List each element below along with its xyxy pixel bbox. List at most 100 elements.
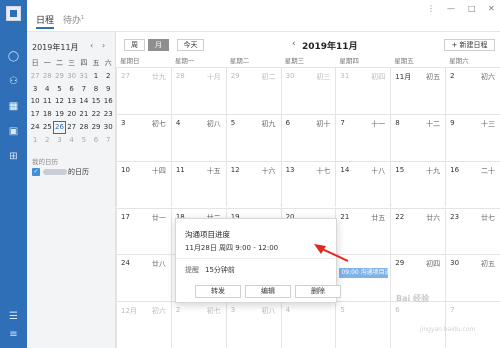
mini-day[interactable]: 23: [102, 108, 114, 121]
forward-button[interactable]: 转发: [195, 285, 241, 298]
maximize-icon[interactable]: □: [468, 4, 476, 13]
chat-icon[interactable]: ◯: [7, 50, 20, 63]
day-cell[interactable]: 2 初六: [445, 67, 500, 114]
notes-icon[interactable]: ☰: [7, 310, 20, 323]
day-cell[interactable]: 11月 初五: [390, 67, 446, 114]
mini-day[interactable]: 26: [53, 120, 66, 134]
day-cell[interactable]: 15 十九: [390, 160, 446, 208]
mini-day[interactable]: 28: [78, 121, 90, 134]
mini-day[interactable]: 14: [78, 95, 90, 108]
day-cell[interactable]: 7 十一: [335, 113, 391, 161]
mini-day[interactable]: 6: [66, 83, 78, 96]
mini-day[interactable]: 30: [102, 121, 114, 134]
delete-button[interactable]: 删除: [295, 285, 341, 298]
day-cell[interactable]: 24 廿八: [116, 254, 171, 302]
day-cell[interactable]: 5 初九: [225, 113, 281, 161]
mini-day[interactable]: 18: [41, 108, 53, 121]
mini-day[interactable]: 3: [53, 134, 65, 147]
mini-day[interactable]: 30: [66, 70, 78, 83]
calendar-item[interactable]: ✓ 的日历: [32, 167, 112, 178]
day-cell[interactable]: 2 初七: [170, 301, 226, 348]
day-cell[interactable]: 7: [445, 301, 500, 348]
day-cell[interactable]: 30 初五: [445, 254, 500, 302]
mini-day[interactable]: 5: [78, 134, 90, 147]
day-cell[interactable]: 3 初八: [225, 301, 281, 348]
day-cell[interactable]: 13 十七: [280, 160, 336, 208]
mini-day[interactable]: 19: [53, 108, 65, 121]
checkbox-checked-icon[interactable]: ✓: [32, 168, 40, 176]
day-cell[interactable]: 16 二十: [445, 160, 500, 208]
event-chip[interactable]: 09:00 沟通项目进: [339, 268, 389, 279]
settings-icon[interactable]: ⋮: [427, 4, 435, 13]
calendar-icon[interactable]: ▦: [7, 100, 20, 113]
mini-day[interactable]: 21: [78, 108, 90, 121]
mini-next-icon[interactable]: ›: [102, 41, 105, 50]
mini-prev-icon[interactable]: ‹: [90, 41, 93, 50]
mini-day[interactable]: 25: [41, 121, 53, 134]
mini-day[interactable]: 17: [29, 108, 41, 121]
day-cell[interactable]: 27 廿九: [116, 67, 171, 114]
month-view-button[interactable]: 月: [148, 39, 169, 51]
mini-day[interactable]: 16: [102, 95, 114, 108]
day-cell[interactable]: 9 十三: [445, 113, 500, 161]
contacts-icon[interactable]: ⚇: [7, 75, 20, 88]
mini-day[interactable]: 22: [90, 108, 102, 121]
mini-day[interactable]: 15: [90, 95, 102, 108]
mini-day[interactable]: 10: [29, 95, 41, 108]
day-cell[interactable]: 31 初四: [335, 67, 391, 114]
edit-button[interactable]: 编辑: [245, 285, 291, 298]
day-cell[interactable]: 3 初七: [116, 113, 171, 161]
mini-day[interactable]: 24: [29, 121, 41, 134]
new-event-button[interactable]: + 新建日程: [444, 39, 495, 51]
day-cell[interactable]: 14 十八: [335, 160, 391, 208]
day-cell[interactable]: 8 十二: [390, 113, 446, 161]
mini-day[interactable]: 31: [78, 70, 90, 83]
mini-day[interactable]: 28: [41, 70, 53, 83]
day-cell[interactable]: 12 十六: [225, 160, 281, 208]
day-cell[interactable]: 28 十月: [170, 67, 226, 114]
menu-icon[interactable]: ≡: [7, 328, 20, 341]
mini-day[interactable]: 27: [66, 121, 78, 134]
mini-day[interactable]: 1: [90, 70, 102, 83]
mini-day[interactable]: 6: [90, 134, 102, 147]
mini-day[interactable]: 2: [102, 70, 114, 83]
day-cell[interactable]: 22 廿六: [390, 207, 446, 255]
mini-day[interactable]: 1: [29, 134, 41, 147]
mini-day[interactable]: 29: [90, 121, 102, 134]
mini-day[interactable]: 5: [53, 83, 65, 96]
mini-day[interactable]: 29: [53, 70, 65, 83]
mini-day[interactable]: 27: [29, 70, 41, 83]
day-cell[interactable]: 23 廿七: [445, 207, 500, 255]
day-cell[interactable]: 12月 初六: [116, 301, 171, 348]
mini-day[interactable]: 4: [41, 83, 53, 96]
day-cell[interactable]: 11 十五: [170, 160, 226, 208]
mini-day[interactable]: 7: [102, 134, 114, 147]
mini-day[interactable]: 13: [66, 95, 78, 108]
day-cell[interactable]: 4 初八: [170, 113, 226, 161]
mini-day[interactable]: 7: [78, 83, 90, 96]
day-cell[interactable]: 6: [390, 301, 446, 348]
day-cell[interactable]: 5: [335, 301, 391, 348]
day-cell[interactable]: 30 初三: [280, 67, 336, 114]
mini-day[interactable]: 2: [41, 134, 53, 147]
week-view-button[interactable]: 周: [124, 39, 145, 51]
avatar[interactable]: [6, 6, 21, 21]
document-icon[interactable]: ▣: [7, 125, 20, 138]
mini-day[interactable]: 9: [102, 83, 114, 96]
day-cell[interactable]: 6 初十: [280, 113, 336, 161]
day-cell[interactable]: 4: [280, 301, 336, 348]
apps-grid-icon[interactable]: ⊞: [7, 150, 20, 163]
mini-day[interactable]: 8: [90, 83, 102, 96]
tab-todo[interactable]: 待办1: [63, 13, 84, 26]
mini-day[interactable]: 11: [41, 95, 53, 108]
minimize-icon[interactable]: —: [447, 4, 455, 13]
tab-schedule[interactable]: 日程: [36, 13, 55, 29]
day-cell[interactable]: 17 廿一: [116, 207, 171, 255]
mini-day[interactable]: 12: [53, 95, 65, 108]
close-icon[interactable]: ✕: [488, 4, 495, 13]
day-cell[interactable]: 29 初二: [225, 67, 281, 114]
prev-month-icon[interactable]: ‹: [292, 39, 296, 49]
mini-day[interactable]: 3: [29, 83, 41, 96]
mini-day[interactable]: 4: [66, 134, 78, 147]
next-month-icon[interactable]: ›: [353, 39, 357, 49]
